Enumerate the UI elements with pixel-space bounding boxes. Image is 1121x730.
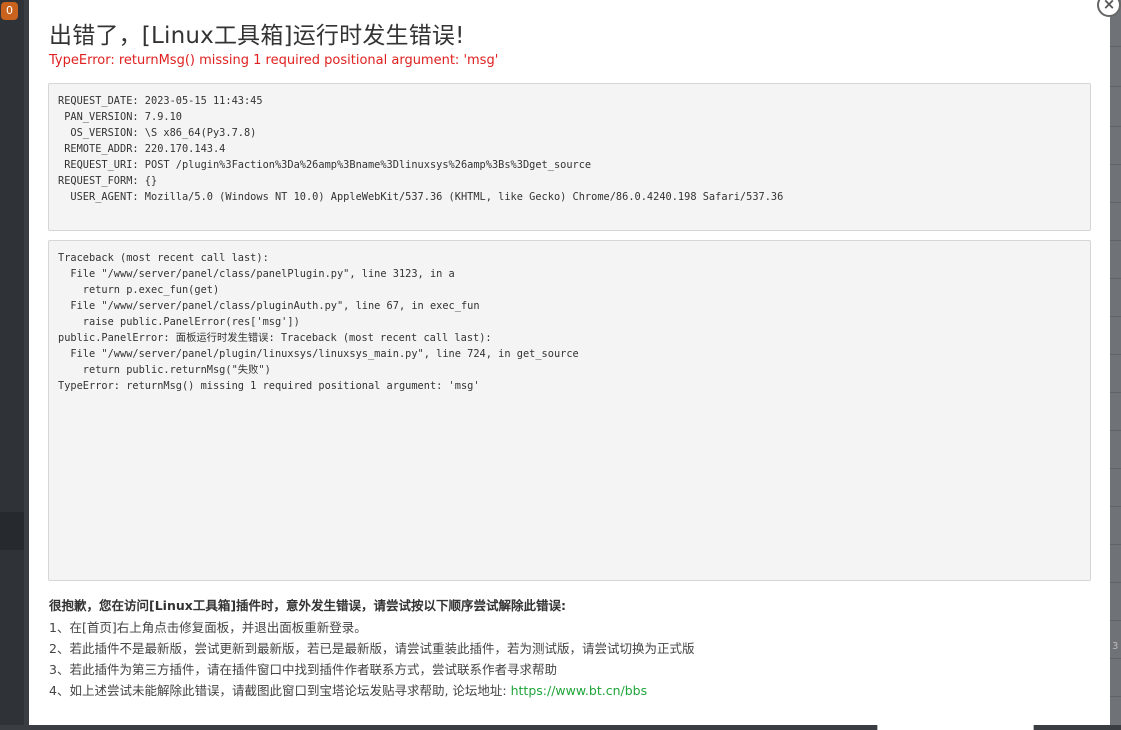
help-heading: 很抱歉，您在访问[Linux工具箱]插件时，意外发生错误，请尝试按以下顺序尝试解… bbox=[49, 598, 567, 613]
dialog-title: 出错了，[Linux工具箱]运行时发生错误! bbox=[49, 23, 465, 49]
request-info-box: REQUEST_DATE: 2023-05-15 11:43:45 PAN_VE… bbox=[48, 83, 1091, 231]
help-item-4-text: 4、如上述尝试未能解除此错误，请截图此窗口到宝塔论坛发贴寻求帮助, 论坛地址: bbox=[49, 683, 511, 698]
help-item-1: 1、在[首页]右上角点击修复面板，并退出面板重新登录。 bbox=[49, 620, 367, 635]
help-item-4: 4、如上述尝试未能解除此错误，请截图此窗口到宝塔论坛发贴寻求帮助, 论坛地址: … bbox=[49, 683, 1089, 699]
traceback-box: Traceback (most recent call last): File … bbox=[48, 240, 1091, 581]
background-sidebar-band bbox=[0, 512, 24, 550]
help-section: 很抱歉，您在访问[Linux工具箱]插件时，意外发生错误，请尝试按以下顺序尝试解… bbox=[49, 595, 1089, 704]
help-item-3: 3、若此插件为第三方插件，请在插件窗口中找到插件作者联系方式，尝试联系作者寻求帮… bbox=[49, 662, 557, 677]
help-item-2: 2、若此插件不是最新版，尝试更新到最新版，若已是最新版，请尝试重装此插件，若为测… bbox=[49, 641, 695, 656]
notification-badge: 0 bbox=[1, 2, 18, 20]
background-page-number: 3 bbox=[1112, 641, 1119, 652]
error-dialog: 出错了，[Linux工具箱]运行时发生错误! TypeError: return… bbox=[29, 0, 1110, 725]
error-message: TypeError: returnMsg() missing 1 require… bbox=[49, 53, 499, 68]
background-right-table bbox=[1110, 0, 1121, 725]
forum-link[interactable]: https://www.bt.cn/bbs bbox=[511, 683, 648, 698]
background-sidebar bbox=[0, 0, 24, 725]
